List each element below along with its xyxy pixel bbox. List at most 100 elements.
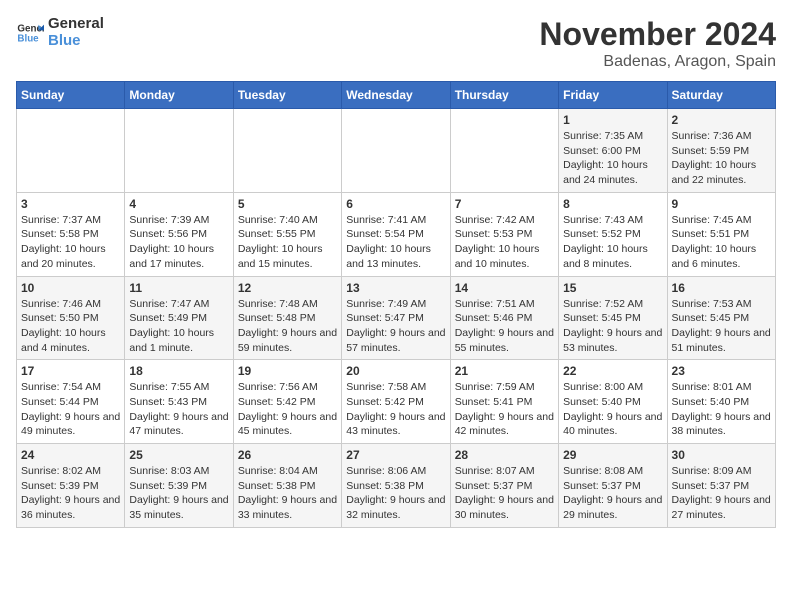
calendar-cell bbox=[342, 109, 450, 193]
day-number: 17 bbox=[21, 364, 120, 378]
day-number: 22 bbox=[563, 364, 662, 378]
calendar-cell: 10Sunrise: 7:46 AMSunset: 5:50 PMDayligh… bbox=[17, 276, 125, 360]
calendar-cell: 29 Sunrise: 8:08 AMSunset: 5:37 PMDayligh… bbox=[559, 444, 667, 528]
weekday-header-sunday: Sunday bbox=[17, 82, 125, 109]
calendar-cell bbox=[125, 109, 233, 193]
day-info: Sunrise: 7:51 AMSunset: 5:46 PMDaylight:… bbox=[455, 297, 554, 356]
day-number: 7 bbox=[455, 197, 554, 211]
calendar-cell: 20 Sunrise: 7:58 AMSunset: 5:42 PMDayligh… bbox=[342, 360, 450, 444]
calendar-table: SundayMondayTuesdayWednesdayThursdayFrid… bbox=[16, 81, 776, 528]
day-info: Sunrise: 7:40 AMSunset: 5:55 PMDaylight:… bbox=[238, 213, 337, 272]
weekday-header-row: SundayMondayTuesdayWednesdayThursdayFrid… bbox=[17, 82, 776, 109]
calendar-body: 1Sunrise: 7:35 AMSunset: 6:00 PMDaylight… bbox=[17, 109, 776, 528]
calendar-cell: 5Sunrise: 7:40 AMSunset: 5:55 PMDaylight… bbox=[233, 192, 341, 276]
calendar-cell: 7 Sunrise: 7:42 AMSunset: 5:53 PMDaylight… bbox=[450, 192, 558, 276]
day-number: 14 bbox=[455, 281, 554, 295]
day-info: Sunrise: 7:45 AMSunset: 5:51 PMDaylight:… bbox=[672, 213, 771, 272]
calendar-cell bbox=[233, 109, 341, 193]
day-info: Sunrise: 8:04 AMSunset: 5:38 PMDaylight:… bbox=[238, 464, 337, 523]
title-block: November 2024 Badenas, Aragon, Spain bbox=[539, 16, 776, 71]
month-title: November 2024 bbox=[539, 16, 776, 53]
calendar-cell: 17 Sunrise: 7:54 AMSunset: 5:44 PMDayligh… bbox=[17, 360, 125, 444]
day-number: 28 bbox=[455, 448, 554, 462]
weekday-header-wednesday: Wednesday bbox=[342, 82, 450, 109]
calendar-cell: 6 Sunrise: 7:41 AMSunset: 5:54 PMDaylight… bbox=[342, 192, 450, 276]
day-number: 9 bbox=[672, 197, 771, 211]
day-info: Sunrise: 7:58 AMSunset: 5:42 PMDaylight:… bbox=[346, 380, 445, 439]
calendar-cell: 11 Sunrise: 7:47 AMSunset: 5:49 PMDayligh… bbox=[125, 276, 233, 360]
calendar-cell: 18 Sunrise: 7:55 AMSunset: 5:43 PMDayligh… bbox=[125, 360, 233, 444]
calendar-cell: 27 Sunrise: 8:06 AMSunset: 5:38 PMDayligh… bbox=[342, 444, 450, 528]
logo: General Blue General Blue bbox=[16, 16, 104, 49]
day-info: Sunrise: 8:03 AMSunset: 5:39 PMDaylight:… bbox=[129, 464, 228, 523]
calendar-cell: 12Sunrise: 7:48 AMSunset: 5:48 PMDayligh… bbox=[233, 276, 341, 360]
weekday-header-saturday: Saturday bbox=[667, 82, 775, 109]
calendar-cell: 26Sunrise: 8:04 AMSunset: 5:38 PMDayligh… bbox=[233, 444, 341, 528]
calendar-cell: 3 Sunrise: 7:37 AMSunset: 5:58 PMDaylight… bbox=[17, 192, 125, 276]
day-number: 15 bbox=[563, 281, 662, 295]
week-row-2: 3 Sunrise: 7:37 AMSunset: 5:58 PMDaylight… bbox=[17, 192, 776, 276]
logo-blue: Blue bbox=[48, 33, 104, 50]
week-row-3: 10Sunrise: 7:46 AMSunset: 5:50 PMDayligh… bbox=[17, 276, 776, 360]
calendar-cell: 23Sunrise: 8:01 AMSunset: 5:40 PMDayligh… bbox=[667, 360, 775, 444]
day-info: Sunrise: 7:39 AMSunset: 5:56 PMDaylight:… bbox=[129, 213, 228, 272]
day-number: 8 bbox=[563, 197, 662, 211]
day-info: Sunrise: 7:52 AMSunset: 5:45 PMDaylight:… bbox=[563, 297, 662, 356]
day-number: 23 bbox=[672, 364, 771, 378]
weekday-header-thursday: Thursday bbox=[450, 82, 558, 109]
calendar-cell: 16Sunrise: 7:53 AMSunset: 5:45 PMDayligh… bbox=[667, 276, 775, 360]
day-number: 27 bbox=[346, 448, 445, 462]
day-info: Sunrise: 8:06 AMSunset: 5:38 PMDaylight:… bbox=[346, 464, 445, 523]
day-number: 4 bbox=[129, 197, 228, 211]
calendar-cell bbox=[450, 109, 558, 193]
day-info: Sunrise: 8:00 AMSunset: 5:40 PMDaylight:… bbox=[563, 380, 662, 439]
calendar-cell: 30 Sunrise: 8:09 AMSunset: 5:37 PMDayligh… bbox=[667, 444, 775, 528]
day-info: Sunrise: 7:59 AMSunset: 5:41 PMDaylight:… bbox=[455, 380, 554, 439]
week-row-4: 17 Sunrise: 7:54 AMSunset: 5:44 PMDayligh… bbox=[17, 360, 776, 444]
calendar-cell: 19 Sunrise: 7:56 AMSunset: 5:42 PMDayligh… bbox=[233, 360, 341, 444]
day-number: 16 bbox=[672, 281, 771, 295]
day-number: 29 bbox=[563, 448, 662, 462]
day-info: Sunrise: 7:49 AMSunset: 5:47 PMDaylight:… bbox=[346, 297, 445, 356]
day-number: 3 bbox=[21, 197, 120, 211]
day-info: Sunrise: 7:54 AMSunset: 5:44 PMDaylight:… bbox=[21, 380, 120, 439]
day-info: Sunrise: 7:46 AMSunset: 5:50 PMDaylight:… bbox=[21, 297, 120, 356]
day-info: Sunrise: 8:08 AMSunset: 5:37 PMDaylight:… bbox=[563, 464, 662, 523]
calendar-cell bbox=[17, 109, 125, 193]
day-number: 25 bbox=[129, 448, 228, 462]
calendar-cell: 1Sunrise: 7:35 AMSunset: 6:00 PMDaylight… bbox=[559, 109, 667, 193]
calendar-cell: 21Sunrise: 7:59 AMSunset: 5:41 PMDayligh… bbox=[450, 360, 558, 444]
location: Badenas, Aragon, Spain bbox=[539, 53, 776, 71]
svg-text:Blue: Blue bbox=[17, 33, 39, 44]
day-info: Sunrise: 7:56 AMSunset: 5:42 PMDaylight:… bbox=[238, 380, 337, 439]
calendar-cell: 25 Sunrise: 8:03 AMSunset: 5:39 PMDayligh… bbox=[125, 444, 233, 528]
page-header: General Blue General Blue November 2024 … bbox=[16, 16, 776, 71]
day-info: Sunrise: 7:55 AMSunset: 5:43 PMDaylight:… bbox=[129, 380, 228, 439]
day-number: 24 bbox=[21, 448, 120, 462]
week-row-1: 1Sunrise: 7:35 AMSunset: 6:00 PMDaylight… bbox=[17, 109, 776, 193]
logo-icon: General Blue bbox=[16, 19, 44, 47]
calendar-cell: 4 Sunrise: 7:39 AMSunset: 5:56 PMDaylight… bbox=[125, 192, 233, 276]
day-number: 18 bbox=[129, 364, 228, 378]
day-info: Sunrise: 7:48 AMSunset: 5:48 PMDaylight:… bbox=[238, 297, 337, 356]
day-info: Sunrise: 8:09 AMSunset: 5:37 PMDaylight:… bbox=[672, 464, 771, 523]
calendar-cell: 2 Sunrise: 7:36 AMSunset: 5:59 PMDaylight… bbox=[667, 109, 775, 193]
day-number: 6 bbox=[346, 197, 445, 211]
day-info: Sunrise: 7:37 AMSunset: 5:58 PMDaylight:… bbox=[21, 213, 120, 272]
day-number: 30 bbox=[672, 448, 771, 462]
day-number: 1 bbox=[563, 113, 662, 127]
day-info: Sunrise: 7:42 AMSunset: 5:53 PMDaylight:… bbox=[455, 213, 554, 272]
day-info: Sunrise: 7:47 AMSunset: 5:49 PMDaylight:… bbox=[129, 297, 228, 356]
day-number: 11 bbox=[129, 281, 228, 295]
calendar-cell: 15 Sunrise: 7:52 AMSunset: 5:45 PMDayligh… bbox=[559, 276, 667, 360]
day-number: 19 bbox=[238, 364, 337, 378]
day-info: Sunrise: 7:41 AMSunset: 5:54 PMDaylight:… bbox=[346, 213, 445, 272]
day-info: Sunrise: 8:07 AMSunset: 5:37 PMDaylight:… bbox=[455, 464, 554, 523]
day-info: Sunrise: 7:36 AMSunset: 5:59 PMDaylight:… bbox=[672, 129, 771, 188]
calendar-cell: 14 Sunrise: 7:51 AMSunset: 5:46 PMDayligh… bbox=[450, 276, 558, 360]
day-number: 2 bbox=[672, 113, 771, 127]
day-number: 20 bbox=[346, 364, 445, 378]
calendar-cell: 28 Sunrise: 8:07 AMSunset: 5:37 PMDayligh… bbox=[450, 444, 558, 528]
day-info: Sunrise: 7:43 AMSunset: 5:52 PMDaylight:… bbox=[563, 213, 662, 272]
calendar-cell: 9 Sunrise: 7:45 AMSunset: 5:51 PMDaylight… bbox=[667, 192, 775, 276]
